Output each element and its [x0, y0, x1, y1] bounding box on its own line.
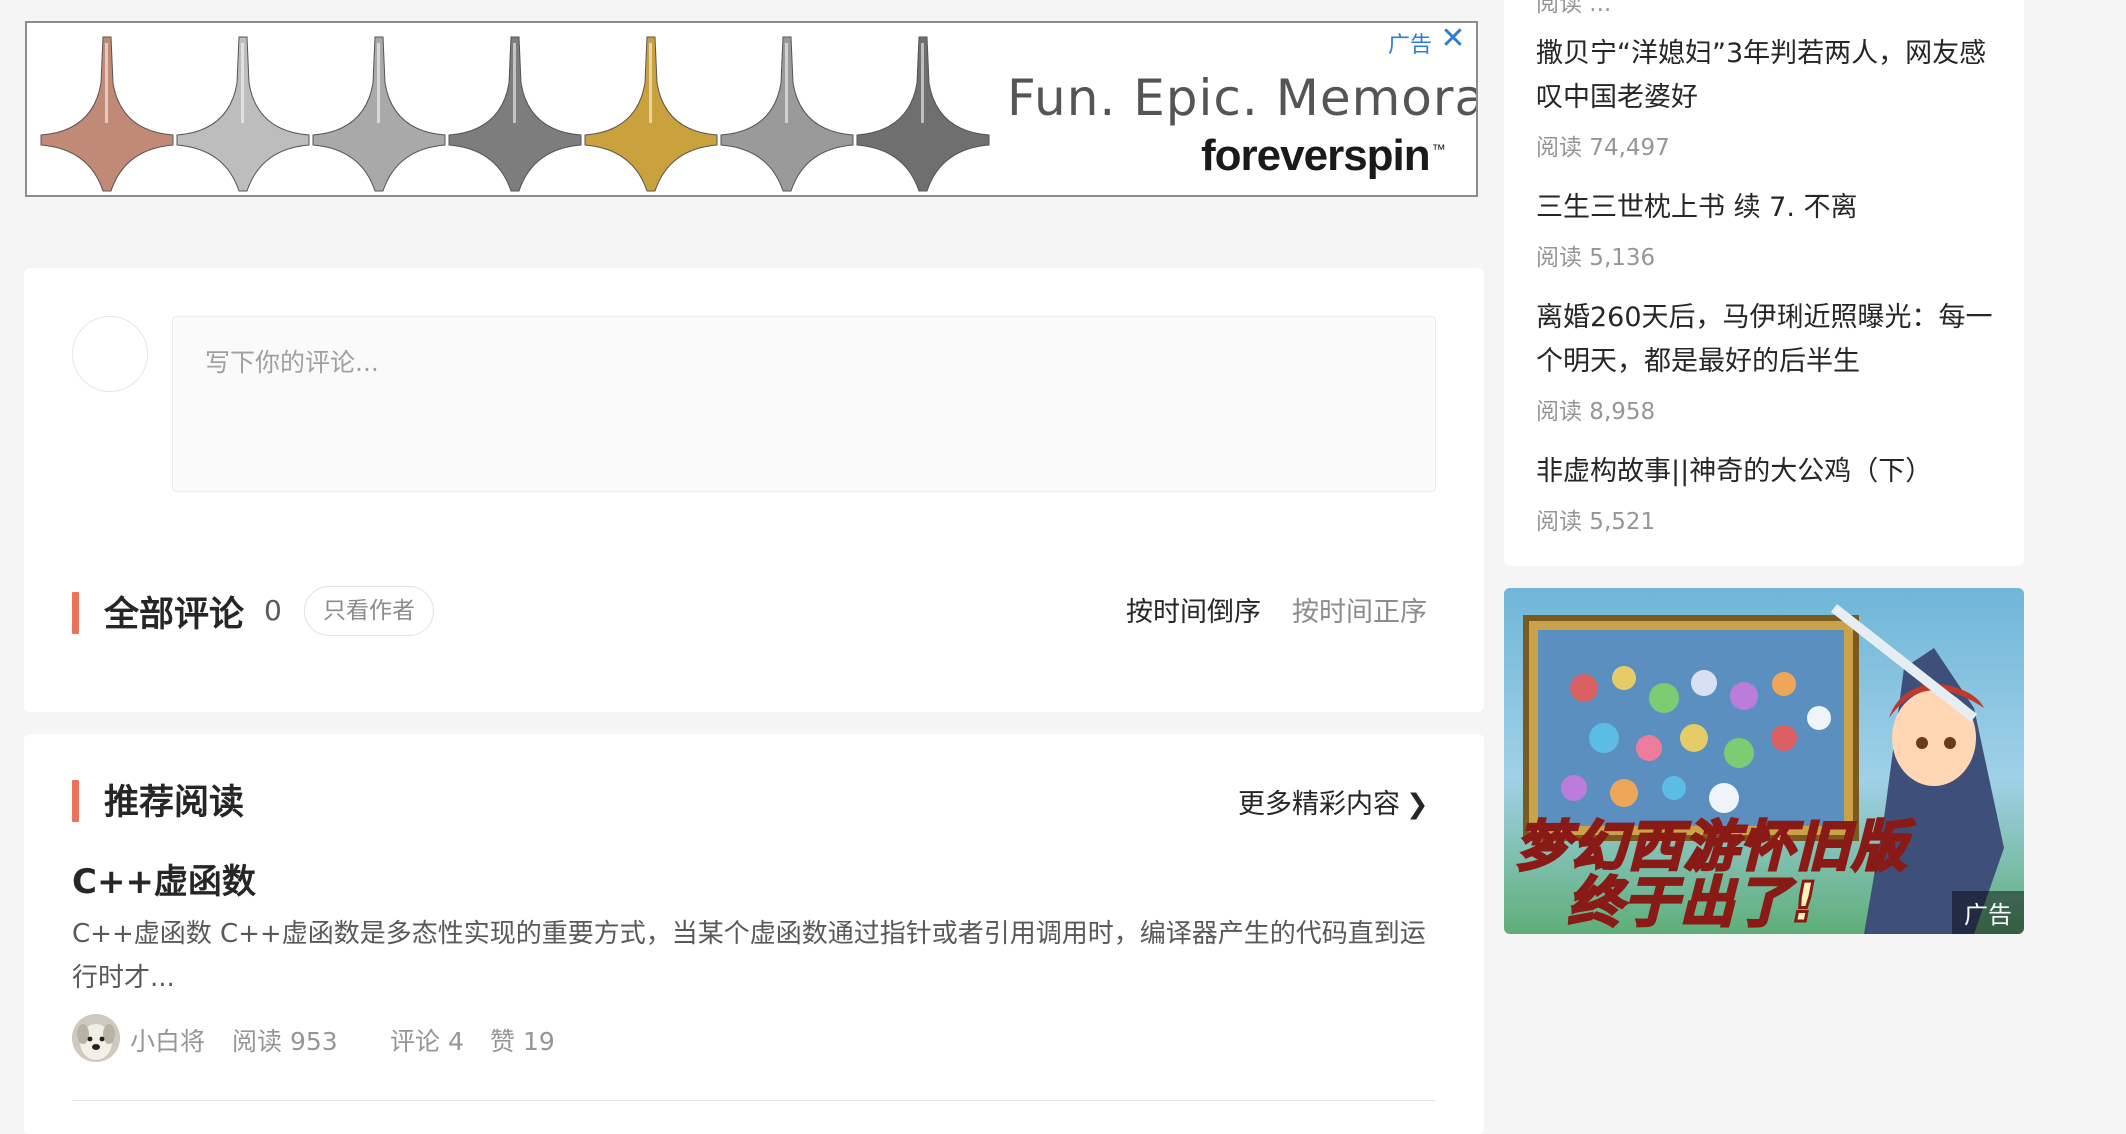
recommend-section: 推荐阅读 更多精彩内容 ❯ C++虚函数 C++虚函数 C++虚函数是多态性实现的…	[24, 734, 1484, 1134]
comment-input[interactable]	[172, 316, 1436, 492]
list-item-reads: 阅读 5,521	[1536, 509, 1656, 535]
chevron-right-icon: ❯	[1406, 789, 1429, 820]
clipped-read-count: 阅读 ...	[1536, 0, 1612, 17]
more-content-link[interactable]: 更多精彩内容 ❯	[1238, 782, 1429, 821]
sort-time-desc-button[interactable]: 按时间倒序	[1126, 590, 1261, 629]
game-ad-banner[interactable]: 梦幻西游怀旧版 终于出了! 广告	[1504, 588, 2024, 934]
spinning-top-6	[720, 36, 854, 192]
more-content-label: 更多精彩内容	[1238, 789, 1400, 820]
list-item-title[interactable]: 非虚构故事||神奇的大公鸡（下）	[1536, 450, 2006, 494]
ad-label: 广告	[1387, 33, 1432, 58]
avatar	[72, 316, 148, 392]
like-count: 赞 19	[490, 1027, 555, 1056]
game-ad-title-line2: 终于出了!	[1567, 870, 1819, 935]
comment-count: 评论 4	[390, 1027, 464, 1056]
comment-section: 全部评论 0 只看作者 按时间倒序 按时间正序	[24, 268, 1484, 712]
spinning-top-3	[312, 36, 446, 192]
spinning-top-1	[40, 36, 174, 192]
read-count: 阅读 953	[232, 1027, 338, 1056]
sidebar-recommend-list: 阅读 ... 撒贝宁“洋媳妇”3年判若两人，网友感叹中国老婆好 阅读 74,49…	[1504, 0, 2024, 566]
ad-brand-logo: foreverspin ™	[1201, 131, 1446, 180]
divider	[72, 1100, 1436, 1101]
ad-slogan: Fun. Epic. Memorable.	[1007, 69, 1476, 127]
spinning-top-2	[176, 36, 310, 192]
list-item[interactable]: 非虚构故事||神奇的大公鸡（下） 阅读 5,521	[1536, 450, 2006, 536]
author-name[interactable]: 小白将	[130, 1022, 205, 1058]
author-only-button[interactable]: 只看作者	[304, 586, 434, 636]
section-title: 全部评论	[104, 595, 245, 635]
article-excerpt: C++虚函数 C++虚函数是多态性实现的重要方式，当某个虚函数通过指针或者引用调…	[72, 919, 1426, 993]
list-item-title[interactable]: 离婚260天后，马伊琍近照曝光：每一个明天，都是最好的后半生	[1536, 296, 2006, 384]
spinning-top-5	[584, 36, 718, 192]
spinning-tops-image	[40, 36, 990, 192]
list-item[interactable]: 撒贝宁“洋媳妇”3年判若两人，网友感叹中国老婆好 阅读 74,497	[1536, 32, 2006, 162]
list-item-title[interactable]: 撒贝宁“洋媳妇”3年判若两人，网友感叹中国老婆好	[1536, 32, 2006, 120]
article-title[interactable]: C++虚函数	[72, 854, 256, 903]
spinning-top-7	[856, 36, 990, 192]
sort-time-asc-button[interactable]: 按时间正序	[1292, 590, 1427, 629]
spinning-top-4	[448, 36, 582, 192]
list-item[interactable]: 离婚260天后，马伊琍近照曝光：每一个明天，都是最好的后半生 阅读 8,958	[1536, 296, 2006, 426]
list-item-reads: 阅读 8,958	[1536, 399, 1656, 425]
comment-count: 0	[264, 594, 282, 627]
close-icon[interactable]: ✕	[1440, 24, 1466, 54]
top-banner-ad[interactable]: Fun. Epic. Memorable. foreverspin™ 广告 ✕	[25, 21, 1478, 197]
list-item-title[interactable]: 三生三世枕上书 续 7. 不离	[1536, 186, 2006, 230]
ad-label: 广告	[1952, 891, 2024, 934]
section-accent-bar	[72, 592, 79, 634]
dog-avatar-image	[72, 1014, 120, 1062]
section-accent-bar	[72, 780, 79, 822]
list-item[interactable]: 三生三世枕上书 续 7. 不离 阅读 5,136	[1536, 186, 2006, 272]
list-item-reads: 阅读 74,497	[1536, 135, 1670, 161]
author-avatar[interactable]	[72, 1014, 120, 1062]
section-title: 推荐阅读	[104, 783, 245, 823]
list-item-reads: 阅读 5,136	[1536, 245, 1656, 271]
